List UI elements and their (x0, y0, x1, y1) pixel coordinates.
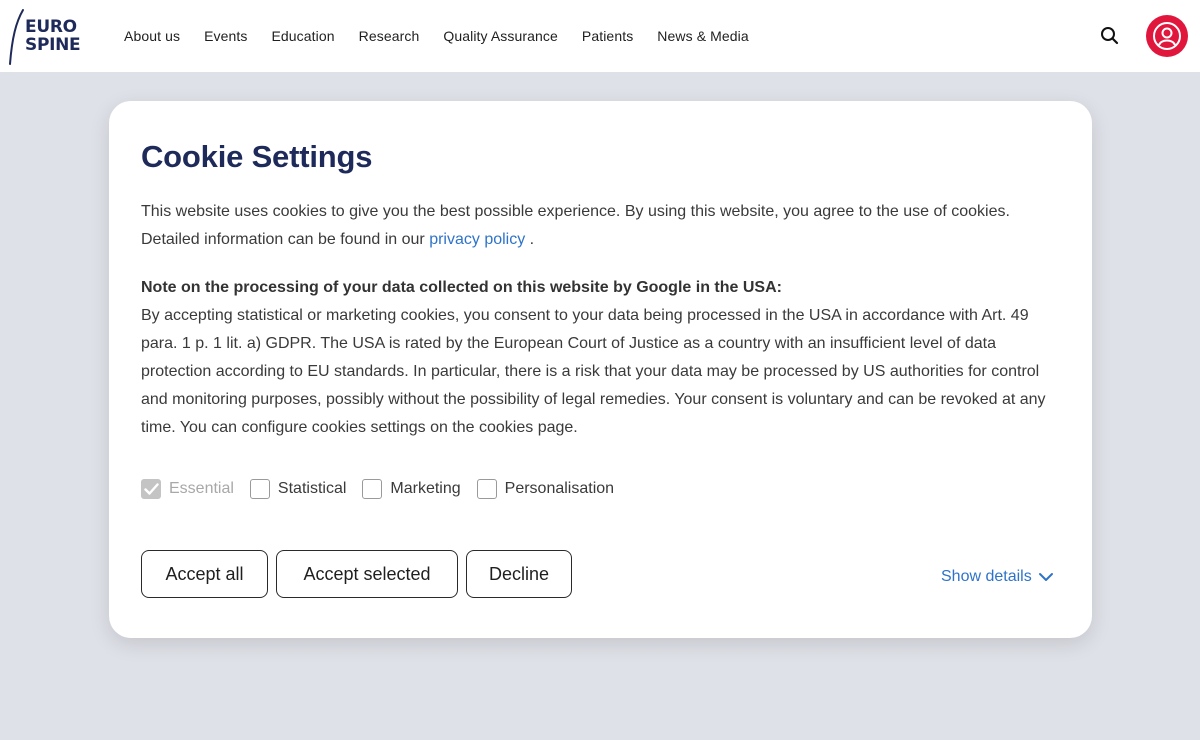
logo-line-2: SPINE (25, 35, 81, 55)
checkbox-personalisation-label[interactable]: Personalisation (505, 480, 614, 498)
intro-paragraph: This website uses cookies to give you th… (141, 198, 1041, 254)
account-button[interactable] (1146, 15, 1188, 57)
checkbox-marketing-label[interactable]: Marketing (390, 480, 460, 498)
checkbox-statistical[interactable]: Statistical (249, 479, 346, 499)
note-heading: Note on the processing of your data coll… (141, 279, 782, 296)
search-icon (1101, 27, 1119, 45)
nav-research[interactable]: Research (359, 28, 420, 44)
privacy-policy-link[interactable]: privacy policy (429, 231, 525, 248)
nav-news-media[interactable]: News & Media (657, 28, 748, 44)
intro-end: . (529, 231, 535, 248)
nav-events[interactable]: Events (204, 28, 247, 44)
user-icon (1153, 22, 1181, 50)
checkbox-marketing-box[interactable] (362, 479, 383, 499)
logo-line-1: EURO (25, 17, 77, 37)
top-navbar: EURO SPINE About us Events Education Res… (0, 0, 1200, 72)
nav-patients[interactable]: Patients (582, 28, 633, 44)
nav-about-us[interactable]: About us (124, 28, 180, 44)
checkbox-marketing[interactable]: Marketing (362, 479, 461, 499)
checkbox-personalisation-box[interactable] (476, 479, 497, 499)
main-nav: About us Events Education Research Quali… (124, 0, 773, 72)
checkbox-essential-box (141, 479, 161, 499)
logo-text: EURO SPINE (25, 17, 81, 55)
checkbox-statistical-box[interactable] (249, 479, 270, 499)
nav-quality-assurance[interactable]: Quality Assurance (443, 28, 558, 44)
cookie-settings-dialog: Cookie Settings This website uses cookie… (109, 101, 1092, 638)
show-details-label[interactable]: Show details (941, 568, 1032, 586)
accept-all-button[interactable]: Accept all (141, 550, 268, 598)
checkmark-icon (144, 483, 159, 495)
google-usa-note: Note on the processing of your data coll… (141, 274, 1056, 442)
nav-education[interactable]: Education (271, 28, 334, 44)
checkbox-essential-label: Essential (169, 480, 234, 497)
decline-button[interactable]: Decline (466, 550, 572, 598)
accept-selected-button[interactable]: Accept selected (276, 550, 458, 598)
checkbox-essential: Essential (141, 479, 234, 499)
intro-text: This website uses cookies to give you th… (141, 203, 1010, 248)
dialog-actions: Accept all Accept selected Decline (141, 550, 580, 598)
checkbox-personalisation[interactable]: Personalisation (476, 479, 614, 499)
show-details-toggle[interactable]: Show details (941, 568, 1054, 586)
dialog-title: Cookie Settings (141, 139, 373, 174)
eurospine-logo[interactable]: EURO SPINE (8, 8, 84, 66)
cookie-category-checkboxes: Essential Statistical Marketing Personal… (141, 479, 630, 499)
search-button[interactable] (1099, 25, 1121, 47)
note-body: By accepting statistical or marketing co… (141, 307, 1046, 436)
checkbox-statistical-label[interactable]: Statistical (278, 480, 346, 498)
chevron-down-icon (1038, 573, 1053, 581)
